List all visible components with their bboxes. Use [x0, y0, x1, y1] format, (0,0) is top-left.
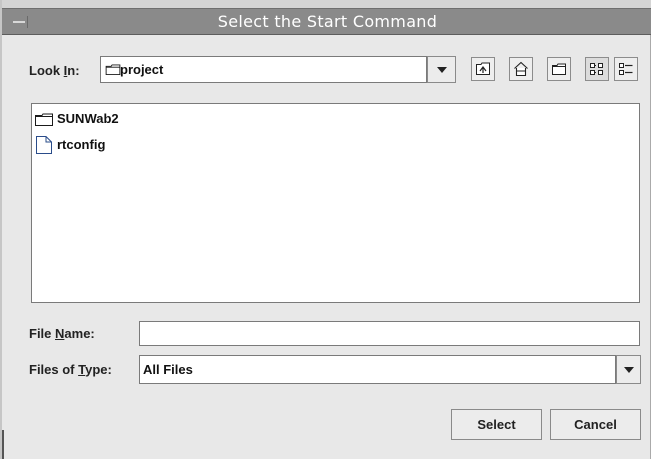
look-in-label-text: Look [29, 63, 64, 78]
file-icon [36, 136, 52, 154]
look-in-combo[interactable]: project [100, 56, 427, 83]
up-folder-icon [476, 62, 490, 75]
title-bar[interactable]: Select the Start Command [2, 8, 651, 35]
file-type-label-text: Files of [29, 362, 79, 377]
new-folder-button[interactable] [547, 57, 571, 81]
select-button[interactable]: Select [451, 409, 542, 440]
file-type-label-suffix: ype: [85, 362, 112, 377]
file-type-dropdown-button[interactable] [616, 355, 641, 384]
look-in-value: project [120, 62, 164, 77]
file-name-label-suffix: ame: [64, 326, 95, 341]
list-item-label: rtconfig [57, 137, 106, 152]
details-view-button[interactable] [614, 57, 638, 81]
cancel-button[interactable]: Cancel [550, 409, 641, 440]
look-in-label: Look In: [29, 63, 80, 78]
list-view-icon [590, 63, 603, 75]
new-folder-icon [552, 63, 566, 75]
file-name-mnemonic: N [55, 326, 65, 341]
chevron-down-icon [623, 366, 634, 373]
home-icon [514, 61, 528, 77]
file-type-combo[interactable]: All Files [139, 355, 616, 384]
details-view-icon [619, 63, 633, 75]
window-title: Select the Start Command [217, 12, 438, 31]
file-type-value: All Files [143, 362, 193, 377]
file-name-label: File Name: [29, 326, 95, 341]
up-one-level-button[interactable] [471, 57, 495, 81]
folder-icon [105, 64, 121, 75]
file-list[interactable]: SUNWab2 rtconfig [31, 103, 640, 303]
file-name-input[interactable] [139, 321, 640, 346]
look-in-dropdown-button[interactable] [427, 56, 456, 83]
chevron-down-icon [436, 66, 447, 73]
file-chooser-dialog: Select the Start Command Look In: projec… [0, 0, 651, 459]
list-view-button[interactable] [585, 57, 609, 81]
folder-icon [35, 113, 53, 126]
window-resize-edge[interactable] [2, 430, 4, 459]
window-top-edge [2, 0, 651, 8]
file-name-label-text: File [29, 326, 56, 341]
look-in-label-suffix: n: [67, 63, 80, 78]
file-type-label: Files of Type: [29, 362, 112, 377]
home-button[interactable] [509, 57, 533, 81]
list-item-label: SUNWab2 [57, 111, 119, 126]
